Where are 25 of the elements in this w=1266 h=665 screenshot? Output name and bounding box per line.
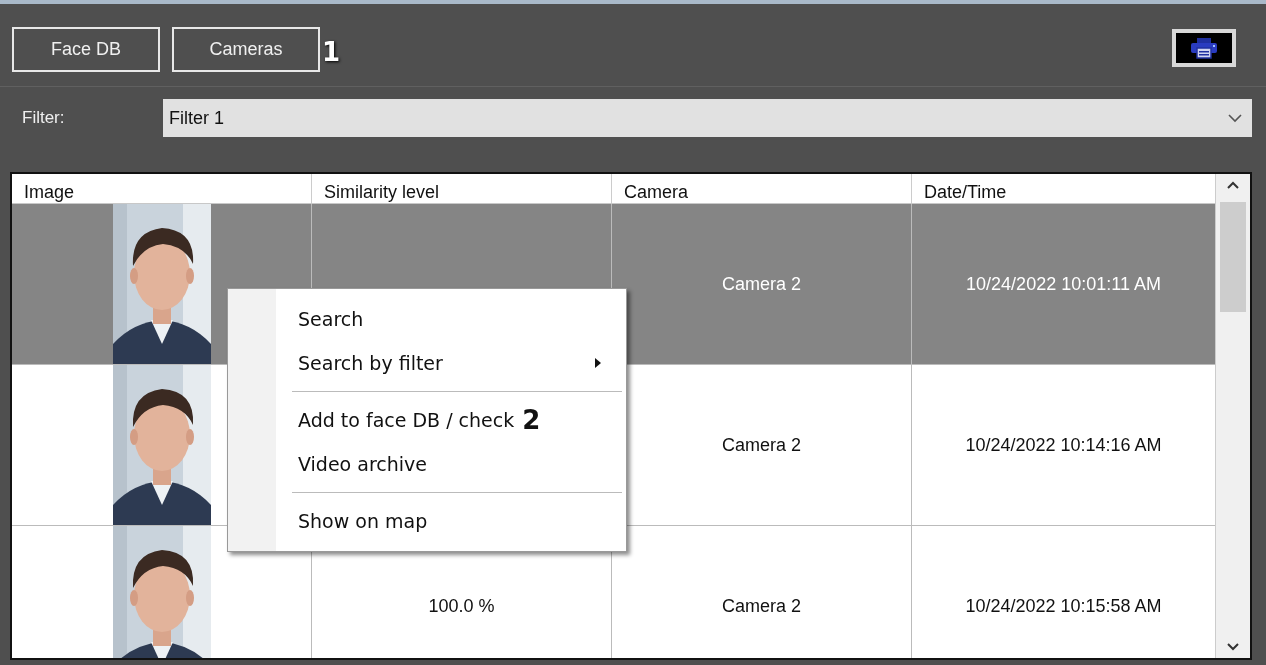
chevron-down-icon — [1228, 113, 1242, 124]
scroll-thumb[interactable] — [1220, 202, 1246, 313]
filter-label: Filter: — [22, 108, 66, 129]
printer-icon — [1189, 36, 1219, 59]
menu-item[interactable]: Show on map — [298, 510, 428, 533]
column-header[interactable]: Similarity level — [312, 174, 612, 204]
table-cell-text: 10/24/2022 10:15:58 AM — [964, 594, 1163, 618]
submenu-arrow-icon — [594, 357, 602, 370]
callout-number: 2 — [522, 405, 541, 436]
scrollbar[interactable] — [1215, 174, 1250, 658]
callout-number: 1 — [322, 36, 341, 67]
scroll-down-icon[interactable] — [1226, 642, 1240, 652]
menu-item[interactable]: Search — [298, 308, 364, 331]
toolbar-button[interactable]: Face DB — [12, 27, 160, 73]
print-button[interactable] — [1172, 28, 1236, 67]
column-header[interactable]: Camera — [612, 174, 912, 204]
filter-dropdown[interactable]: Filter 1 — [163, 99, 1252, 138]
column-header[interactable]: Date/Time — [912, 174, 1215, 204]
toolbar-button[interactable]: Cameras — [172, 27, 320, 73]
scroll-up-icon[interactable] — [1226, 180, 1240, 191]
table-cell-text: 10/24/2022 10:14:16 AM — [964, 433, 1163, 457]
table-cell-text: 10/24/2022 10:01:11 AM — [965, 272, 1162, 296]
column-header[interactable]: Image — [12, 174, 312, 204]
menu-item[interactable]: Video archive — [298, 453, 427, 476]
menu-item[interactable]: Add to face DB / check — [298, 409, 515, 432]
